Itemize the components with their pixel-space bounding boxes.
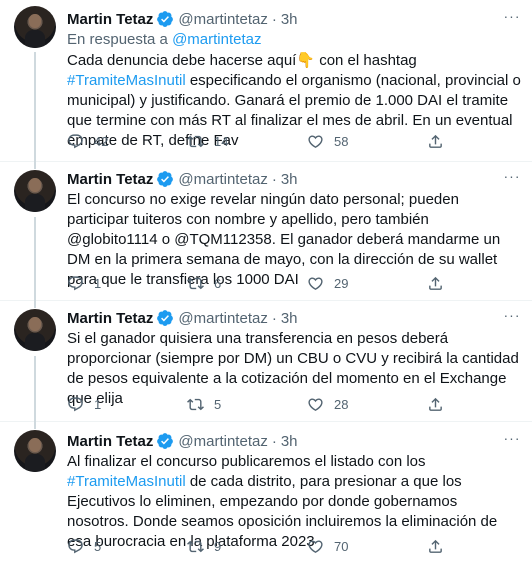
- verified-badge-icon: [156, 309, 174, 327]
- share-button[interactable]: [427, 538, 454, 555]
- author-name[interactable]: Martin Tetaz: [67, 171, 153, 188]
- retweet-count: 5: [214, 396, 222, 412]
- tweet-header: Martin Tetaz @martintetaz · 3h: [67, 9, 522, 29]
- retweet-count: 14: [214, 133, 229, 149]
- thread-line: [34, 217, 36, 301]
- author-name[interactable]: Martin Tetaz: [67, 433, 153, 450]
- retweet-icon: [187, 135, 204, 147]
- hashtag-link[interactable]: #TramiteMasInutil: [67, 473, 186, 490]
- thread-line: [34, 162, 36, 169]
- tweet-header: Martin Tetaz @martintetaz · 3h: [67, 431, 522, 451]
- separator: ·: [271, 309, 277, 327]
- author-handle[interactable]: @martintetaz: [178, 433, 267, 450]
- reply-icon: [68, 538, 83, 553]
- retweet-button[interactable]: 5: [187, 396, 307, 413]
- tweet[interactable]: Martin Tetaz @martintetaz · 3h ··· En re…: [0, 0, 532, 162]
- tweet-actions: 42 14 58: [67, 131, 454, 151]
- retweet-icon: [187, 398, 204, 410]
- author-name[interactable]: Martin Tetaz: [67, 310, 153, 327]
- like-icon: [308, 134, 323, 148]
- reply-count: 5: [94, 538, 102, 554]
- tweet-thread: Martin Tetaz @martintetaz · 3h ··· En re…: [0, 0, 532, 564]
- retweet-button[interactable]: 14: [187, 133, 307, 150]
- retweet-button[interactable]: 6: [187, 275, 307, 292]
- timestamp[interactable]: 3h: [281, 433, 298, 450]
- hashtag-link[interactable]: #TramiteMasInutil: [67, 72, 186, 89]
- tweet[interactable]: Martin Tetaz @martintetaz · 3h ··· Si el…: [0, 301, 532, 422]
- reply-button[interactable]: 5: [67, 538, 187, 555]
- like-count: 58: [334, 133, 349, 149]
- share-icon: [429, 134, 442, 148]
- retweet-count: 9: [214, 538, 222, 554]
- reply-count: 1: [94, 396, 102, 412]
- thread-line: [34, 356, 36, 422]
- retweet-count: 6: [214, 275, 222, 291]
- share-button[interactable]: [427, 133, 454, 150]
- reply-context: En respuesta a @martintetaz: [67, 30, 522, 50]
- reply-icon: [68, 396, 83, 411]
- tweet-header: Martin Tetaz @martintetaz · 3h: [67, 308, 522, 328]
- like-count: 28: [334, 396, 349, 412]
- author-handle[interactable]: @martintetaz: [178, 171, 267, 188]
- share-icon: [429, 397, 442, 411]
- timestamp[interactable]: 3h: [281, 171, 298, 188]
- reply-button[interactable]: 1: [67, 275, 187, 292]
- tweet[interactable]: Martin Tetaz @martintetaz · 3h ··· El co…: [0, 162, 532, 301]
- reply-button[interactable]: 42: [67, 133, 187, 150]
- separator: ·: [271, 432, 277, 450]
- more-icon[interactable]: ···: [502, 9, 522, 29]
- reply-icon: [68, 133, 83, 148]
- tweet-text-part: Cada denuncia debe hacerse aquí👇 con el …: [67, 52, 417, 69]
- more-icon[interactable]: ···: [502, 308, 522, 328]
- timestamp[interactable]: 3h: [281, 11, 298, 28]
- thread-line: [34, 422, 36, 429]
- verified-badge-icon: [156, 170, 174, 188]
- like-count: 70: [334, 538, 349, 554]
- like-count: 29: [334, 275, 349, 291]
- share-icon: [429, 539, 442, 553]
- like-button[interactable]: 29: [307, 275, 427, 292]
- author-handle[interactable]: @martintetaz: [178, 310, 267, 327]
- separator: ·: [271, 10, 277, 28]
- like-icon: [308, 276, 323, 290]
- thread-line: [34, 52, 36, 162]
- tweet-actions: 5 9 70: [67, 536, 454, 556]
- reply-button[interactable]: 1: [67, 396, 187, 413]
- reply-count: 42: [94, 133, 109, 149]
- verified-badge-icon: [156, 10, 174, 28]
- reply-handle-link[interactable]: @martintetaz: [172, 31, 261, 48]
- tweet-text-part: Al finalizar el concurso publicaremos el…: [67, 453, 426, 470]
- avatar[interactable]: [14, 6, 56, 48]
- tweet-actions: 1 6 29: [67, 273, 454, 293]
- more-icon[interactable]: ···: [502, 169, 522, 189]
- avatar[interactable]: [14, 430, 56, 472]
- avatar[interactable]: [14, 170, 56, 212]
- like-button[interactable]: 28: [307, 396, 427, 413]
- verified-badge-icon: [156, 432, 174, 450]
- like-icon: [308, 397, 323, 411]
- tweet-actions: 1 5 28: [67, 394, 454, 414]
- retweet-button[interactable]: 9: [187, 538, 307, 555]
- like-icon: [308, 539, 323, 553]
- reply-prefix: En respuesta a: [67, 31, 173, 48]
- separator: ·: [271, 170, 277, 188]
- like-button[interactable]: 70: [307, 538, 427, 555]
- reply-icon: [68, 275, 83, 290]
- share-icon: [429, 276, 442, 290]
- timestamp[interactable]: 3h: [281, 310, 298, 327]
- thread-line: [34, 301, 36, 308]
- share-button[interactable]: [427, 275, 454, 292]
- avatar[interactable]: [14, 309, 56, 351]
- retweet-icon: [187, 277, 204, 289]
- share-button[interactable]: [427, 396, 454, 413]
- like-button[interactable]: 58: [307, 133, 427, 150]
- author-handle[interactable]: @martintetaz: [178, 11, 267, 28]
- tweet[interactable]: Martin Tetaz @martintetaz · 3h ··· Al fi…: [0, 422, 532, 564]
- tweet-header: Martin Tetaz @martintetaz · 3h: [67, 169, 522, 189]
- retweet-icon: [187, 540, 204, 552]
- reply-count: 1: [94, 275, 102, 291]
- author-name[interactable]: Martin Tetaz: [67, 11, 153, 28]
- more-icon[interactable]: ···: [502, 431, 522, 451]
